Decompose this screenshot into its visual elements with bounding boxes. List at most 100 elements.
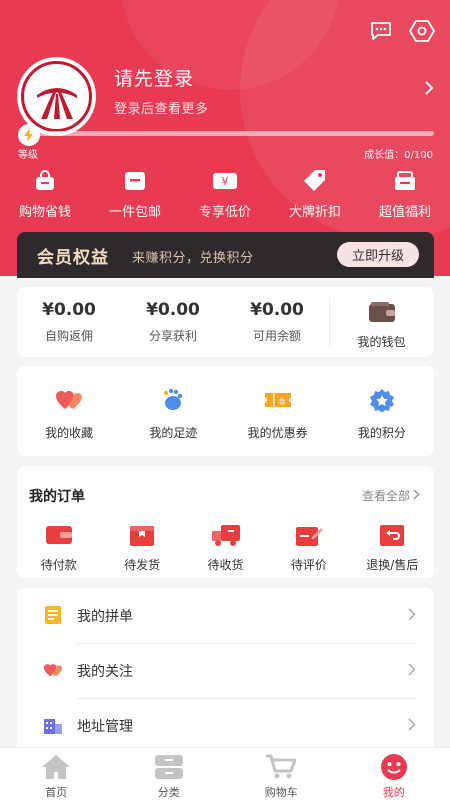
wallet-amount: ¥0.00 bbox=[250, 300, 304, 320]
wallet-stat-label: 分享获利 bbox=[148, 329, 197, 343]
vip-subtitle: 来赚积分，兑换积分 bbox=[132, 251, 254, 266]
menu-card: 我的拼单 我的关注 地址管理 bbox=[17, 588, 434, 753]
order-status-row: 待付款 待发货 待收货 待评价 退换/售后 bbox=[17, 523, 434, 573]
perk-label: 购物省钱 bbox=[18, 205, 71, 220]
tab-label: 购物车 bbox=[264, 786, 298, 799]
settings-icon[interactable] bbox=[408, 17, 436, 45]
tab-category[interactable]: 分类 bbox=[113, 748, 226, 800]
menu-item-group-buy[interactable]: 我的拼单 bbox=[17, 588, 434, 643]
perk-label: 大牌折扣 bbox=[288, 205, 341, 220]
bag-icon bbox=[33, 167, 57, 195]
view-all-label: 查看全部 bbox=[361, 489, 410, 503]
order-status-label: 待发货 bbox=[124, 558, 161, 572]
perk-item[interactable]: 大牌折扣 bbox=[270, 165, 360, 223]
perk-label: 超值福利 bbox=[378, 205, 431, 220]
order-status-to-ship[interactable]: 待发货 bbox=[100, 523, 183, 573]
order-status-label: 待收货 bbox=[207, 558, 244, 572]
quick-link-points[interactable]: 我的积分 bbox=[330, 366, 434, 456]
perk-item[interactable]: 超值福利 bbox=[360, 165, 450, 223]
chevron-right-icon bbox=[413, 488, 420, 503]
quick-link-label: 我的积分 bbox=[357, 426, 406, 440]
wallet-amount: ¥0.00 bbox=[42, 300, 96, 320]
upgrade-button[interactable]: 立即升级 bbox=[337, 242, 419, 267]
wallet-stat[interactable]: ¥0.00 自购返佣 bbox=[17, 287, 121, 357]
notes-icon bbox=[43, 605, 63, 625]
quick-links-card: 我的收藏 我的足迹 券 我的优惠券 我的积分 bbox=[17, 366, 434, 456]
bottom-tab-bar: 首页 分类 购物车 我的 bbox=[0, 747, 450, 800]
order-status-to-review[interactable]: 待评价 bbox=[267, 523, 350, 573]
footprint-icon bbox=[160, 388, 186, 412]
perk-item[interactable]: ¥ 专享低价 bbox=[180, 165, 270, 223]
category-icon bbox=[154, 753, 184, 781]
vip-banner[interactable]: 会员权益 来赚积分，兑换积分 立即升级 bbox=[17, 232, 434, 278]
hearts-icon bbox=[43, 660, 63, 680]
my-wallet-label: 我的钱包 bbox=[357, 335, 406, 349]
message-icon[interactable] bbox=[367, 17, 395, 45]
perk-label: 专享低价 bbox=[198, 205, 251, 220]
growth-value: 成长值：0/100 bbox=[364, 150, 433, 161]
menu-item-label: 我的关注 bbox=[77, 663, 133, 680]
wallet-stat[interactable]: ¥0.00 可用余额 bbox=[225, 287, 329, 357]
face-icon bbox=[379, 753, 409, 781]
quick-link-footprints[interactable]: 我的足迹 bbox=[121, 366, 225, 456]
chevron-right-icon bbox=[408, 716, 416, 735]
yen-tag-icon: ¥ bbox=[212, 167, 238, 195]
return-icon bbox=[379, 523, 405, 547]
perk-item[interactable]: 一件包邮 bbox=[90, 165, 180, 223]
view-all-orders-link[interactable]: 查看全部 bbox=[362, 487, 420, 504]
building-icon bbox=[43, 715, 63, 735]
medal-icon bbox=[369, 388, 395, 412]
orders-title: 我的订单 bbox=[29, 489, 85, 505]
my-wallet-button[interactable]: 我的钱包 bbox=[329, 287, 434, 357]
tag-icon bbox=[302, 167, 328, 195]
gift-box-icon bbox=[393, 167, 417, 195]
wallet-stat-label: 可用余额 bbox=[252, 329, 301, 343]
chevron-right-icon bbox=[408, 661, 416, 680]
box-icon bbox=[123, 167, 147, 195]
cart-icon bbox=[265, 753, 297, 781]
orders-card: 我的订单 查看全部 待付款 待发货 待收货 待评价 退换/售后 bbox=[17, 466, 434, 578]
order-status-to-receive[interactable]: 待收货 bbox=[184, 523, 267, 573]
perk-label: 一件包邮 bbox=[108, 205, 161, 220]
order-status-label: 待付款 bbox=[40, 558, 77, 572]
wallet-amount: ¥0.00 bbox=[146, 300, 200, 320]
quick-link-label: 我的收藏 bbox=[45, 426, 94, 440]
quick-link-coupons[interactable]: 券 我的优惠券 bbox=[226, 366, 330, 456]
edit-icon bbox=[295, 523, 323, 547]
wallet-icon bbox=[45, 523, 73, 547]
order-status-unpaid[interactable]: 待付款 bbox=[17, 523, 100, 573]
wallet-stat[interactable]: ¥0.00 分享获利 bbox=[121, 287, 225, 357]
chevron-right-icon[interactable] bbox=[424, 80, 434, 100]
tab-label: 我的 bbox=[382, 786, 405, 799]
order-status-after-sales[interactable]: 退换/售后 bbox=[351, 523, 434, 573]
svg-text:券: 券 bbox=[278, 397, 285, 406]
menu-item-following[interactable]: 我的关注 bbox=[17, 643, 434, 698]
login-prompt-subtitle[interactable]: 登录后查看更多 bbox=[114, 98, 209, 117]
tab-home[interactable]: 首页 bbox=[0, 748, 113, 800]
vip-title: 会员权益 bbox=[37, 248, 109, 268]
tab-mine[interactable]: 我的 bbox=[338, 748, 450, 800]
svg-text:¥: ¥ bbox=[222, 175, 229, 188]
package-icon bbox=[129, 523, 155, 547]
divider bbox=[329, 297, 330, 347]
tab-label: 分类 bbox=[157, 786, 180, 799]
home-icon bbox=[41, 753, 71, 781]
level-progress-bar bbox=[21, 131, 434, 136]
chevron-right-icon bbox=[408, 606, 416, 625]
login-prompt-title[interactable]: 请先登录 bbox=[114, 64, 194, 91]
perk-item[interactable]: 购物省钱 bbox=[0, 165, 90, 223]
wallet-card: ¥0.00 自购返佣 ¥0.00 分享获利 ¥0.00 可用余额 我的钱包 bbox=[17, 287, 434, 357]
tab-label: 首页 bbox=[45, 786, 68, 799]
tab-cart[interactable]: 购物车 bbox=[225, 748, 338, 800]
menu-item-address[interactable]: 地址管理 bbox=[17, 698, 434, 753]
order-status-label: 待评价 bbox=[290, 558, 327, 572]
brand-logo-icon bbox=[21, 61, 92, 132]
heart-icon bbox=[55, 388, 83, 412]
quick-link-favorites[interactable]: 我的收藏 bbox=[17, 366, 121, 456]
level-label: 等级 bbox=[18, 150, 38, 161]
order-status-label: 退换/售后 bbox=[366, 558, 419, 572]
lightning-icon bbox=[18, 124, 40, 146]
perks-row: 购物省钱 一件包邮 ¥ 专享低价 大牌折扣 超值福利 bbox=[0, 165, 450, 223]
menu-item-label: 我的拼单 bbox=[77, 608, 133, 625]
wallet-icon bbox=[368, 301, 396, 327]
